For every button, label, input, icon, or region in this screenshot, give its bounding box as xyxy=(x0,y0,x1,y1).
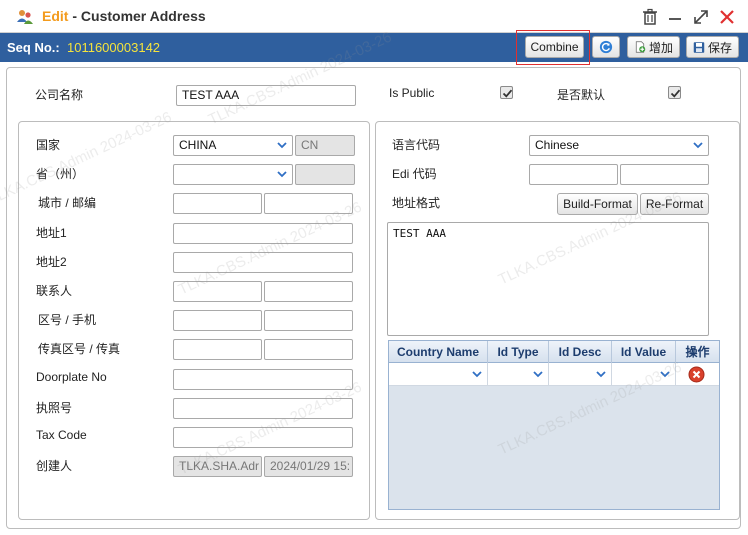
chevron-down-icon xyxy=(596,371,606,378)
checkmark-icon xyxy=(502,89,513,98)
id-type-cell[interactable] xyxy=(488,363,549,386)
edi-input-1[interactable] xyxy=(529,164,618,185)
company-input[interactable]: TEST AAA xyxy=(176,85,356,106)
country-name-cell[interactable] xyxy=(389,363,488,386)
col-id-type[interactable]: Id Type xyxy=(488,341,549,363)
company-label: 公司名称 xyxy=(35,88,84,102)
seq-value: 1011600003142 xyxy=(67,40,161,55)
address-format-textarea[interactable]: TEST AAA xyxy=(387,222,709,336)
is-default-label: 是否默认 xyxy=(557,88,606,102)
col-country-name[interactable]: Country Name xyxy=(389,341,488,363)
city-input[interactable] xyxy=(173,193,262,214)
language-value: Chinese xyxy=(535,138,580,152)
contact-label: 联系人 xyxy=(36,284,73,298)
combine-highlight xyxy=(516,30,590,65)
chevron-down-icon xyxy=(660,371,670,378)
doorplate-input[interactable] xyxy=(173,369,353,390)
header-toolbar: Seq No.: 1011600003142 Combine 增加 保存 xyxy=(0,33,748,62)
chevron-down-icon xyxy=(693,142,703,149)
fax-area-input[interactable] xyxy=(173,339,262,360)
id-grid: Country Name Id Type Id Desc Id Value 操作 xyxy=(388,340,720,510)
mobile-input[interactable] xyxy=(264,310,353,331)
trash-icon[interactable] xyxy=(641,8,659,26)
re-format-button[interactable]: Re-Format xyxy=(640,193,709,215)
country-select[interactable]: CHINA xyxy=(173,135,293,156)
minimize-icon[interactable] xyxy=(666,8,684,26)
users-icon xyxy=(17,10,33,24)
checkmark-icon xyxy=(670,89,681,98)
id-value-cell[interactable] xyxy=(612,363,676,386)
seq-label: Seq No.: xyxy=(7,40,60,55)
address2-label: 地址2 xyxy=(36,255,67,269)
add-document-icon xyxy=(635,41,646,53)
creator-label: 创建人 xyxy=(36,459,73,473)
is-default-checkbox[interactable] xyxy=(668,86,681,99)
fax-label: 传真区号 / 传真 xyxy=(38,342,121,356)
save-button[interactable]: 保存 xyxy=(686,36,739,58)
chevron-down-icon xyxy=(277,171,287,178)
license-input[interactable] xyxy=(173,398,353,419)
chevron-down-icon xyxy=(533,371,543,378)
id-desc-cell[interactable] xyxy=(549,363,612,386)
country-value: CHINA xyxy=(179,138,217,152)
address2-input[interactable] xyxy=(173,252,353,273)
contact-input-2[interactable] xyxy=(264,281,353,302)
address-format-label: 地址格式 xyxy=(392,196,441,210)
build-format-button[interactable]: Build-Format xyxy=(557,193,638,215)
address1-input[interactable] xyxy=(173,223,353,244)
window-title: Edit - Customer Address xyxy=(42,8,206,24)
refresh-icon xyxy=(599,40,613,54)
country-label: 国家 xyxy=(36,138,61,152)
build-format-label: Build-Format xyxy=(563,197,632,211)
maximize-icon[interactable] xyxy=(692,8,710,26)
city-zip-label: 城市 / 邮编 xyxy=(38,196,97,210)
window-titlebar: Edit - Customer Address xyxy=(0,0,748,33)
edi-input-2[interactable] xyxy=(620,164,709,185)
is-public-checkbox[interactable] xyxy=(500,86,513,99)
contact-input[interactable] xyxy=(173,281,262,302)
action-cell xyxy=(676,363,719,386)
license-label: 执照号 xyxy=(36,401,73,415)
zip-input[interactable] xyxy=(264,193,353,214)
close-icon[interactable] xyxy=(718,8,736,26)
area-code-input[interactable] xyxy=(173,310,262,331)
tax-code-label: Tax Code xyxy=(36,428,87,442)
col-id-value[interactable]: Id Value xyxy=(612,341,676,363)
province-label: 省（州） xyxy=(36,167,85,181)
save-icon xyxy=(693,41,705,53)
country-code-input: CN xyxy=(295,135,355,156)
title-text: Customer Address xyxy=(80,8,206,24)
chevron-down-icon xyxy=(277,142,287,149)
creator-input: TLKA.SHA.Adr xyxy=(173,456,262,477)
address1-label: 地址1 xyxy=(36,226,67,240)
table-row xyxy=(389,363,719,386)
province-select[interactable] xyxy=(173,164,293,185)
refresh-button[interactable] xyxy=(592,36,620,58)
created-at-input: 2024/01/29 15: xyxy=(264,456,353,477)
province-code-input xyxy=(295,164,355,185)
chevron-down-icon xyxy=(472,371,482,378)
language-label: 语言代码 xyxy=(392,138,441,152)
col-id-desc[interactable]: Id Desc xyxy=(549,341,612,363)
save-label: 保存 xyxy=(707,40,732,55)
doorplate-label: Doorplate No xyxy=(36,370,107,384)
edi-label: Edi 代码 xyxy=(392,167,437,181)
title-separator: - xyxy=(68,8,81,24)
fax-input[interactable] xyxy=(264,339,353,360)
language-select[interactable]: Chinese xyxy=(529,135,709,156)
add-label: 增加 xyxy=(648,40,673,55)
grid-header: Country Name Id Type Id Desc Id Value 操作 xyxy=(389,341,719,363)
title-mode: Edit xyxy=(42,8,69,24)
phone-label: 区号 / 手机 xyxy=(38,313,97,327)
re-format-label: Re-Format xyxy=(645,197,704,211)
is-public-label: Is Public xyxy=(389,86,435,100)
tax-code-input[interactable] xyxy=(173,427,353,448)
delete-row-icon[interactable] xyxy=(688,366,705,383)
col-action: 操作 xyxy=(685,345,710,359)
add-button[interactable]: 增加 xyxy=(627,36,680,58)
